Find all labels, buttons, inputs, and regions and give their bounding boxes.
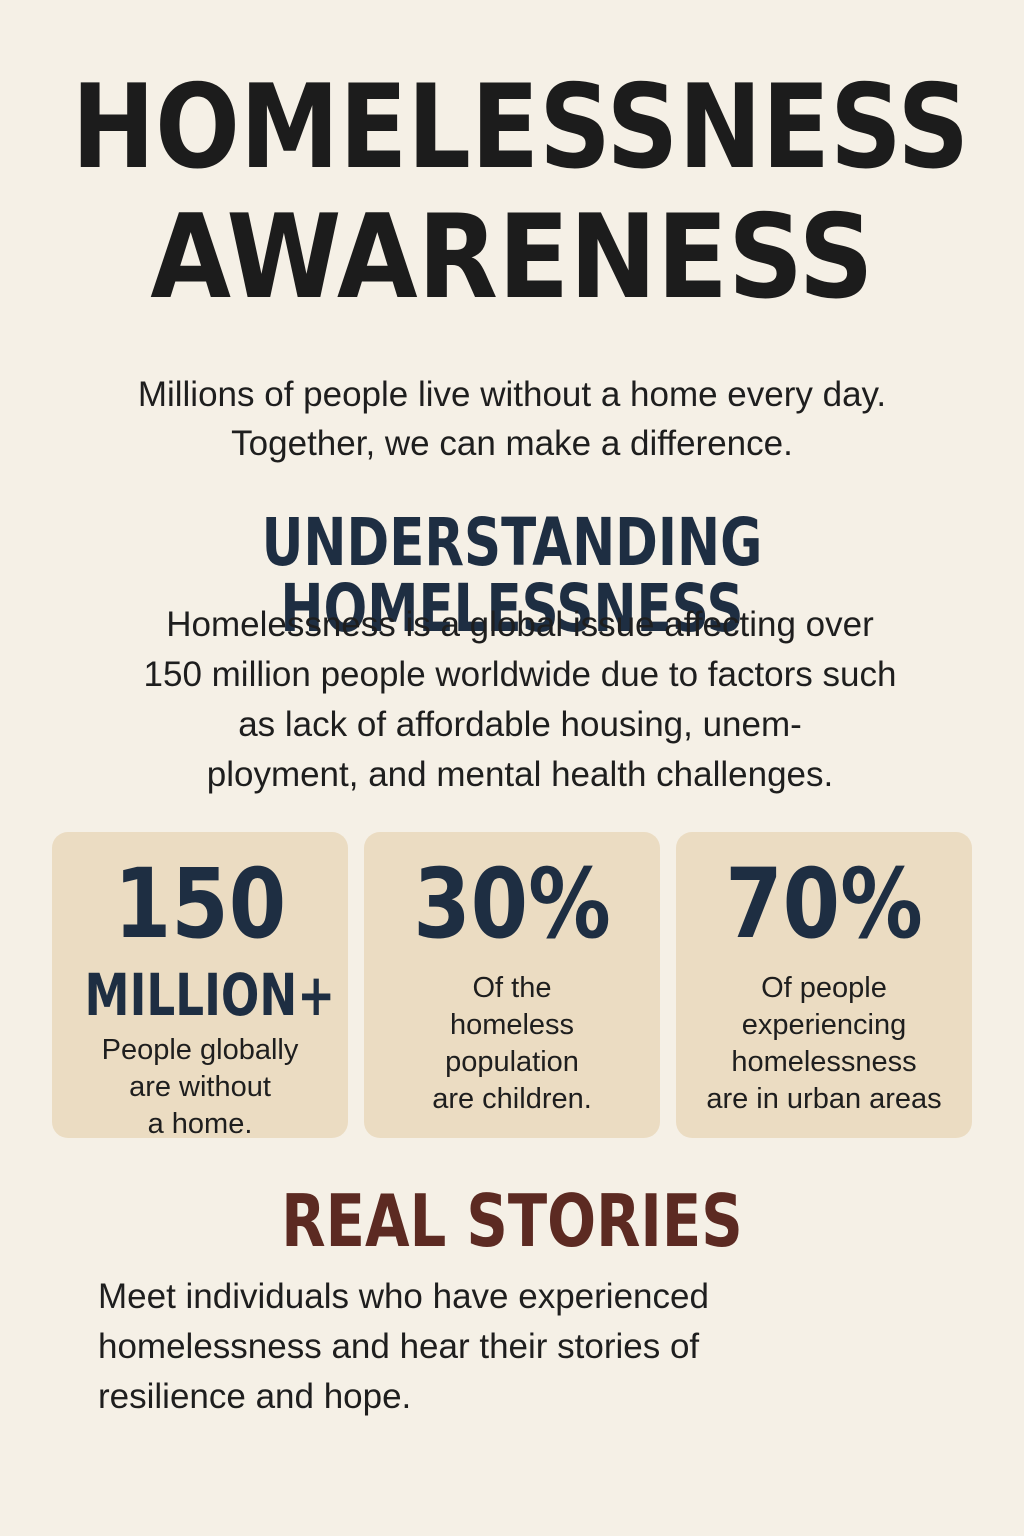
stories-line-2: homelessness and hear their stories of [98,1327,700,1366]
stat-line: Of people [761,972,887,1004]
stat-card-70-percent: 70% Of people experiencing homelessness … [676,832,972,1138]
understanding-line-1: Homelessness is a global issue affecting… [166,605,874,644]
stat-line: are without [129,1071,271,1103]
stat-value: 30% [413,848,611,960]
intro-text: Millions of people live without a home e… [0,370,1024,468]
stat-card-30-percent: 30% Of the homeless population are child… [364,832,660,1138]
stat-line: are children. [432,1083,592,1115]
infographic-page: HOMELESSNESS AWARENESS Millions of peopl… [0,0,1024,1536]
stat-value: 150 [113,848,287,960]
understanding-paragraph: Homelessness is a global issue affecting… [70,600,970,800]
understanding-line-3: as lack of affordable housing, unem- [238,705,802,744]
intro-line-1: Millions of people live without a home e… [137,375,887,414]
stat-value: 70% [725,848,923,960]
stat-value-suffix: MILLION+ [84,961,336,1029]
stat-line: homelessness [731,1046,917,1078]
stat-card-150-million: 150 MILLION+ People globally are without… [52,832,348,1140]
stat-line: a home. [147,1108,253,1140]
main-title-line-2: AWARENESS [150,190,874,325]
stat-line: experiencing [741,1009,907,1041]
understanding-line-4: ployment, and mental health challenges. [206,755,834,794]
stories-line-1: Meet individuals who have experienced [98,1277,709,1316]
stat-description: Of people experiencing homelessness are … [689,970,959,1118]
stories-line-3: resilience and hope. [98,1377,412,1416]
stat-line: People globally [101,1034,299,1066]
stat-line: population [445,1046,579,1078]
stat-line: Of the [472,972,552,1004]
real-stories-paragraph: Meet individuals who have experienced ho… [98,1272,858,1422]
stat-description: Of the homeless population are children. [377,970,647,1118]
intro-line-2: Together, we can make a difference. [231,424,793,463]
real-stories-heading: REAL STORIES [281,1179,743,1263]
stat-line: are in urban areas [706,1083,942,1115]
main-title-line-1: HOMELESSNESS [71,60,970,195]
stat-description: People globally are without a home. [65,1032,335,1143]
stat-line: homeless [449,1009,575,1041]
understanding-line-2: 150 million people worldwide due to fact… [143,655,897,694]
